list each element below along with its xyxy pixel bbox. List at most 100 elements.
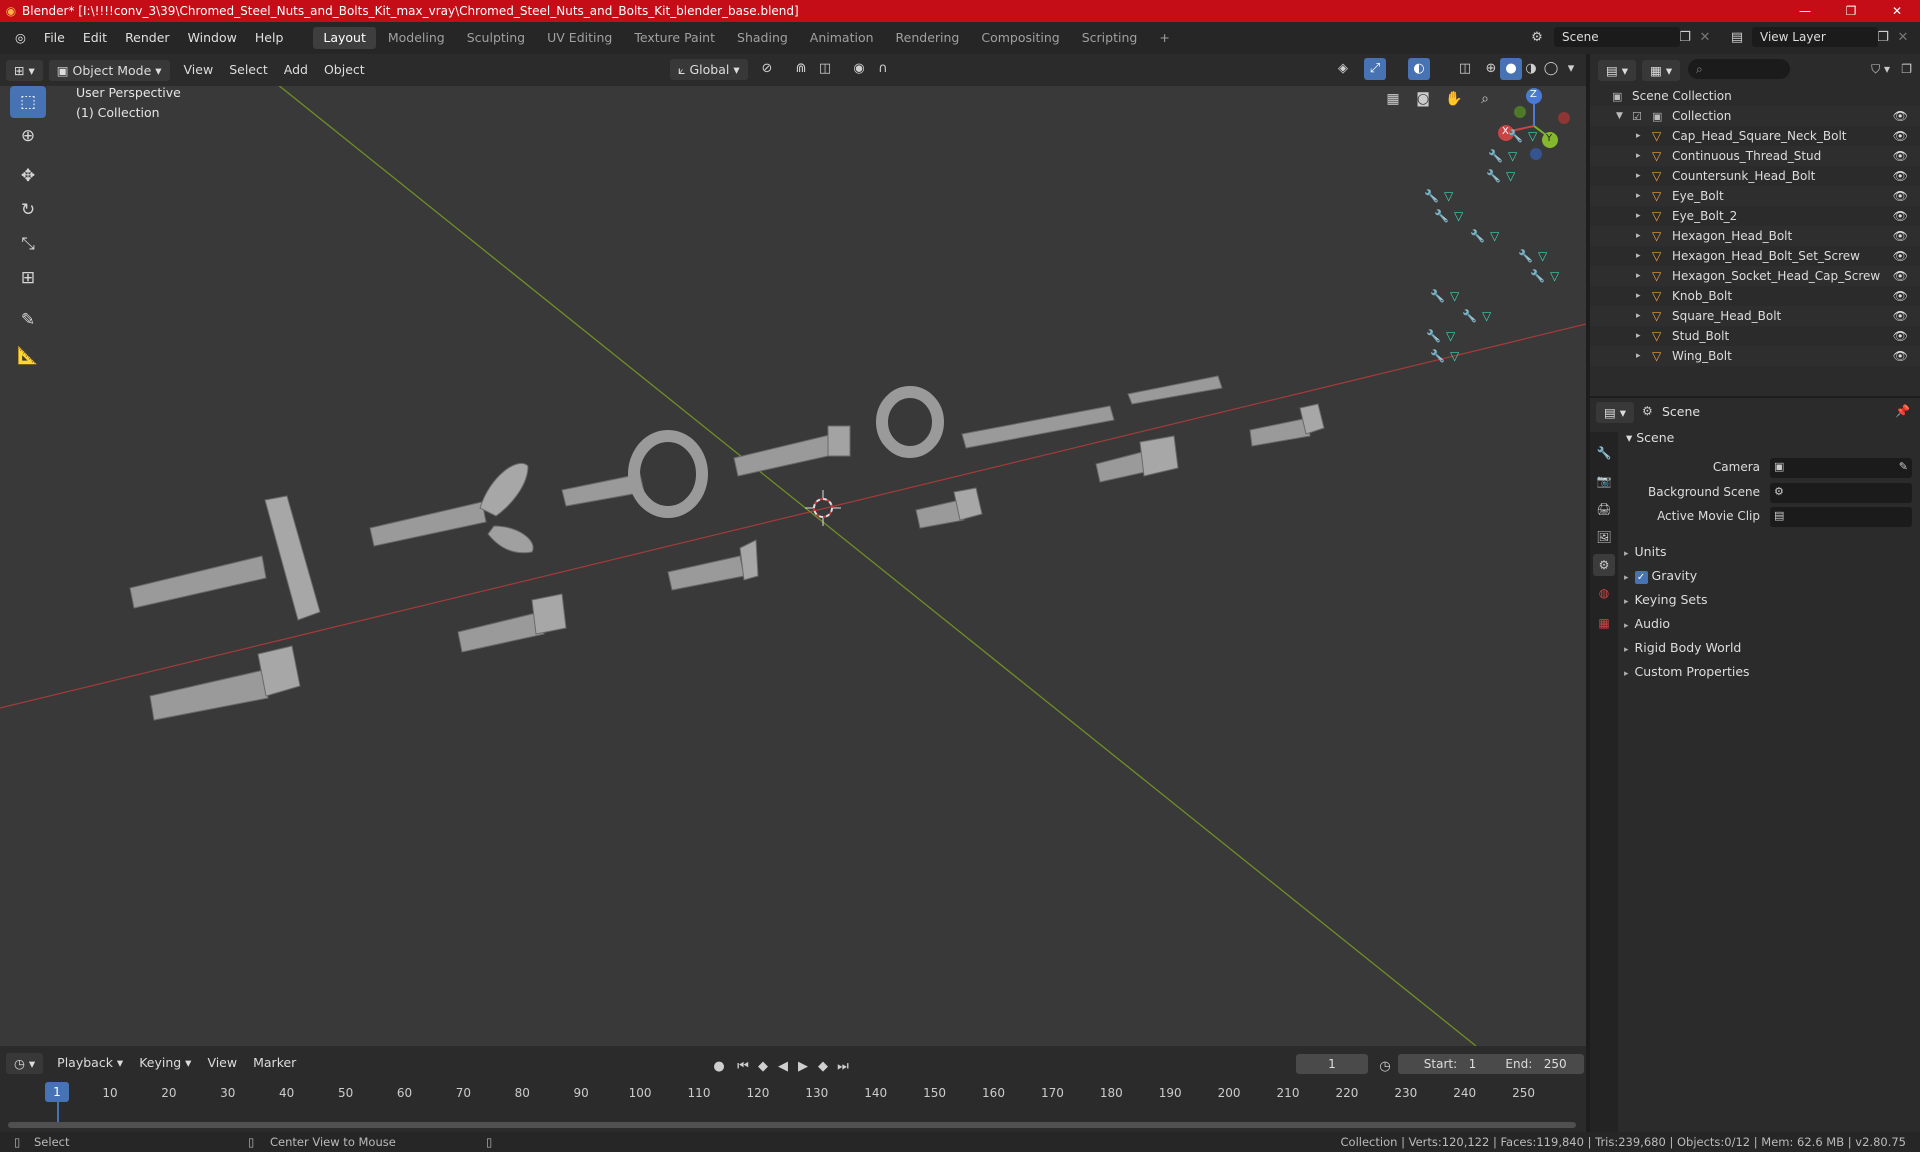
scene-browse-icon[interactable]: ⚙ (1526, 27, 1548, 49)
outliner-editor-icon[interactable]: ▤ ▾ (1598, 59, 1637, 81)
current-frame-field[interactable]: 1 (1296, 1054, 1368, 1074)
play-icon[interactable]: ▶ (792, 1056, 814, 1078)
tl-menu-marker[interactable]: Marker (245, 1047, 304, 1079)
knob-bolt-model[interactable] (149, 645, 301, 721)
proportional-edit-icon[interactable]: ◉ (848, 58, 870, 80)
object-expand-icon[interactable]: ▸ (1636, 271, 1641, 281)
display-mode-icon[interactable]: ▦ ▾ (1642, 59, 1681, 81)
view-layer-field[interactable]: View Layer (1752, 27, 1878, 47)
modifier-wrench-icon[interactable]: 🔧 (1488, 149, 1503, 163)
tab-shading[interactable]: Shading (727, 27, 798, 49)
outliner-object-row[interactable]: ▸ ▽ Hexagon_Socket_Head_Cap_Screw 🔧 ▽ 👁 (1530, 266, 1920, 286)
delete-scene-icon[interactable]: ✕ (1694, 27, 1716, 49)
outliner-object-row[interactable]: ▸ ▽ Eye_Bolt 🔧 ▽ 👁 (1424, 186, 1920, 206)
background-scene-field[interactable]: ⚙ (1770, 483, 1912, 503)
menu-render[interactable]: Render (116, 22, 179, 54)
object-eye-icon[interactable]: 👁 (1893, 269, 1908, 283)
modifier-wrench-icon[interactable]: 🔧 (1430, 289, 1445, 303)
menu-edit[interactable]: Edit (74, 22, 116, 54)
section-expand-icon[interactable]: ▸ (1624, 549, 1629, 559)
play-reverse-icon[interactable]: ◀ (772, 1056, 794, 1078)
section-expand-icon[interactable]: ▸ (1624, 645, 1629, 655)
mesh-data-icon[interactable]: ▽ (1450, 289, 1459, 303)
tab-texture-icon[interactable]: ▦ (1593, 612, 1615, 634)
active-movie-clip-field[interactable]: ▤ (1770, 507, 1912, 527)
preview-range-icon[interactable]: ◷ (1374, 1056, 1396, 1078)
mesh-data-icon[interactable]: ▽ (1508, 149, 1517, 163)
section-expand-icon[interactable]: ▸ (1624, 573, 1629, 583)
object-eye-icon[interactable]: 👁 (1893, 249, 1908, 263)
mode-dropdown[interactable]: ▣ Object Mode ▾ (48, 59, 170, 81)
modifier-wrench-icon[interactable]: 🔧 (1470, 229, 1485, 243)
mesh-data-icon[interactable]: ▽ (1490, 229, 1499, 243)
object-expand-icon[interactable]: ▸ (1636, 251, 1641, 261)
blender-menu-icon[interactable]: ◎ (6, 22, 35, 54)
mesh-data-icon[interactable]: ▽ (1450, 349, 1459, 363)
snap-icon[interactable]: ⋒ (790, 58, 812, 80)
mesh-data-icon[interactable]: ▽ (1446, 329, 1455, 343)
vp-menu-object[interactable]: Object (316, 54, 373, 86)
modifier-wrench-icon[interactable]: 🔧 (1486, 169, 1501, 183)
end-frame-field[interactable]: End: 250 (1488, 1054, 1584, 1074)
view-layer-icon[interactable]: ▤ (1726, 27, 1748, 49)
properties-section[interactable]: ▸ Units (1624, 544, 1667, 559)
collection-eye-icon[interactable]: 👁 (1893, 109, 1908, 123)
move-tool-icon[interactable]: ✥ (10, 160, 46, 192)
tab-modeling[interactable]: Modeling (378, 27, 455, 49)
tl-menu-keying[interactable]: Keying ▾ (131, 1047, 199, 1079)
properties-section[interactable]: ▸ Rigid Body World (1624, 640, 1741, 655)
delete-view-layer-icon[interactable]: ✕ (1892, 27, 1914, 49)
pin-icon[interactable]: 📌 (1895, 404, 1910, 418)
object-expand-icon[interactable]: ▸ (1636, 171, 1641, 181)
modifier-wrench-icon[interactable]: 🔧 (1426, 329, 1441, 343)
outliner-object-row[interactable]: ▸ ▽ Hexagon_Head_Bolt 🔧 ▽ 👁 (1470, 226, 1920, 246)
menu-file[interactable]: File (35, 22, 74, 54)
3d-viewport[interactable]: Z X Y (0, 86, 1586, 1046)
transform-tool-icon[interactable]: ⊞ (10, 262, 46, 294)
collection-checkbox-icon[interactable]: ☑ (1632, 110, 1642, 123)
collection-expand-icon[interactable]: ▼ (1616, 111, 1623, 121)
object-eye-icon[interactable]: 👁 (1893, 309, 1908, 323)
object-expand-icon[interactable]: ▸ (1636, 311, 1641, 321)
menu-window[interactable]: Window (179, 22, 246, 54)
mesh-data-icon[interactable]: ▽ (1506, 169, 1515, 183)
object-eye-icon[interactable]: 👁 (1893, 189, 1908, 203)
scene-collection-row[interactable]: ▣ Scene Collection (1590, 86, 1920, 106)
pivot-icon[interactable]: ⊘ (756, 58, 778, 80)
tab-scene-icon[interactable]: ⚙ (1593, 554, 1615, 576)
properties-section[interactable]: ▸ Audio (1624, 616, 1670, 631)
continuous-thread-stud-model[interactable] (961, 405, 1115, 449)
scene-panel-header[interactable]: ▾ Scene (1626, 430, 1674, 445)
measure-tool-icon[interactable]: 📐 (10, 340, 46, 372)
modifier-wrench-icon[interactable]: 🔧 (1530, 269, 1545, 283)
modifier-wrench-icon[interactable]: 🔧 (1430, 349, 1445, 363)
outliner-object-row[interactable]: ▸ ▽ Eye_Bolt_2 🔧 ▽ 👁 (1434, 206, 1920, 226)
object-eye-icon[interactable]: 👁 (1893, 289, 1908, 303)
object-expand-icon[interactable]: ▸ (1636, 191, 1641, 201)
object-eye-icon[interactable]: 👁 (1893, 209, 1908, 223)
modifier-wrench-icon[interactable]: 🔧 (1434, 209, 1449, 223)
tab-sculpting[interactable]: Sculpting (457, 27, 535, 49)
mesh-data-icon[interactable]: ▽ (1444, 189, 1453, 203)
modifier-wrench-icon[interactable]: 🔧 (1518, 249, 1533, 263)
tab-scripting[interactable]: Scripting (1072, 27, 1148, 49)
prev-keyframe-icon[interactable]: ◆ (752, 1056, 774, 1078)
square-head-bolt-model[interactable] (1095, 435, 1179, 483)
gravity-checkbox-icon[interactable]: ✓ (1634, 571, 1648, 584)
properties-editor-icon[interactable]: ▤ ▾ (1596, 402, 1635, 423)
timeline-scrollbar[interactable] (8, 1122, 1576, 1128)
modifier-wrench-icon[interactable]: 🔧 (1462, 309, 1477, 323)
object-eye-icon[interactable]: 👁 (1893, 149, 1908, 163)
tab-animation[interactable]: Animation (800, 27, 884, 49)
tl-menu-playback[interactable]: Playback ▾ (49, 1047, 131, 1079)
outliner-object-row[interactable]: ▸ ▽ Continuous_Thread_Stud 🔧 ▽ 👁 (1488, 146, 1920, 166)
shading-solid-icon[interactable]: ● (1500, 58, 1522, 80)
object-eye-icon[interactable]: 👁 (1893, 129, 1908, 143)
select-box-tool-icon[interactable]: ⬚ (10, 86, 46, 118)
object-eye-icon[interactable]: 👁 (1893, 169, 1908, 183)
menu-help[interactable]: Help (246, 22, 293, 54)
minimize-icon[interactable]: — (1782, 0, 1828, 22)
hexagon-head-bolt-model[interactable] (915, 487, 983, 529)
cursor-tool-icon[interactable]: ⊕ (10, 120, 46, 152)
editor-type-icon[interactable]: ⊞ ▾ (6, 59, 43, 81)
